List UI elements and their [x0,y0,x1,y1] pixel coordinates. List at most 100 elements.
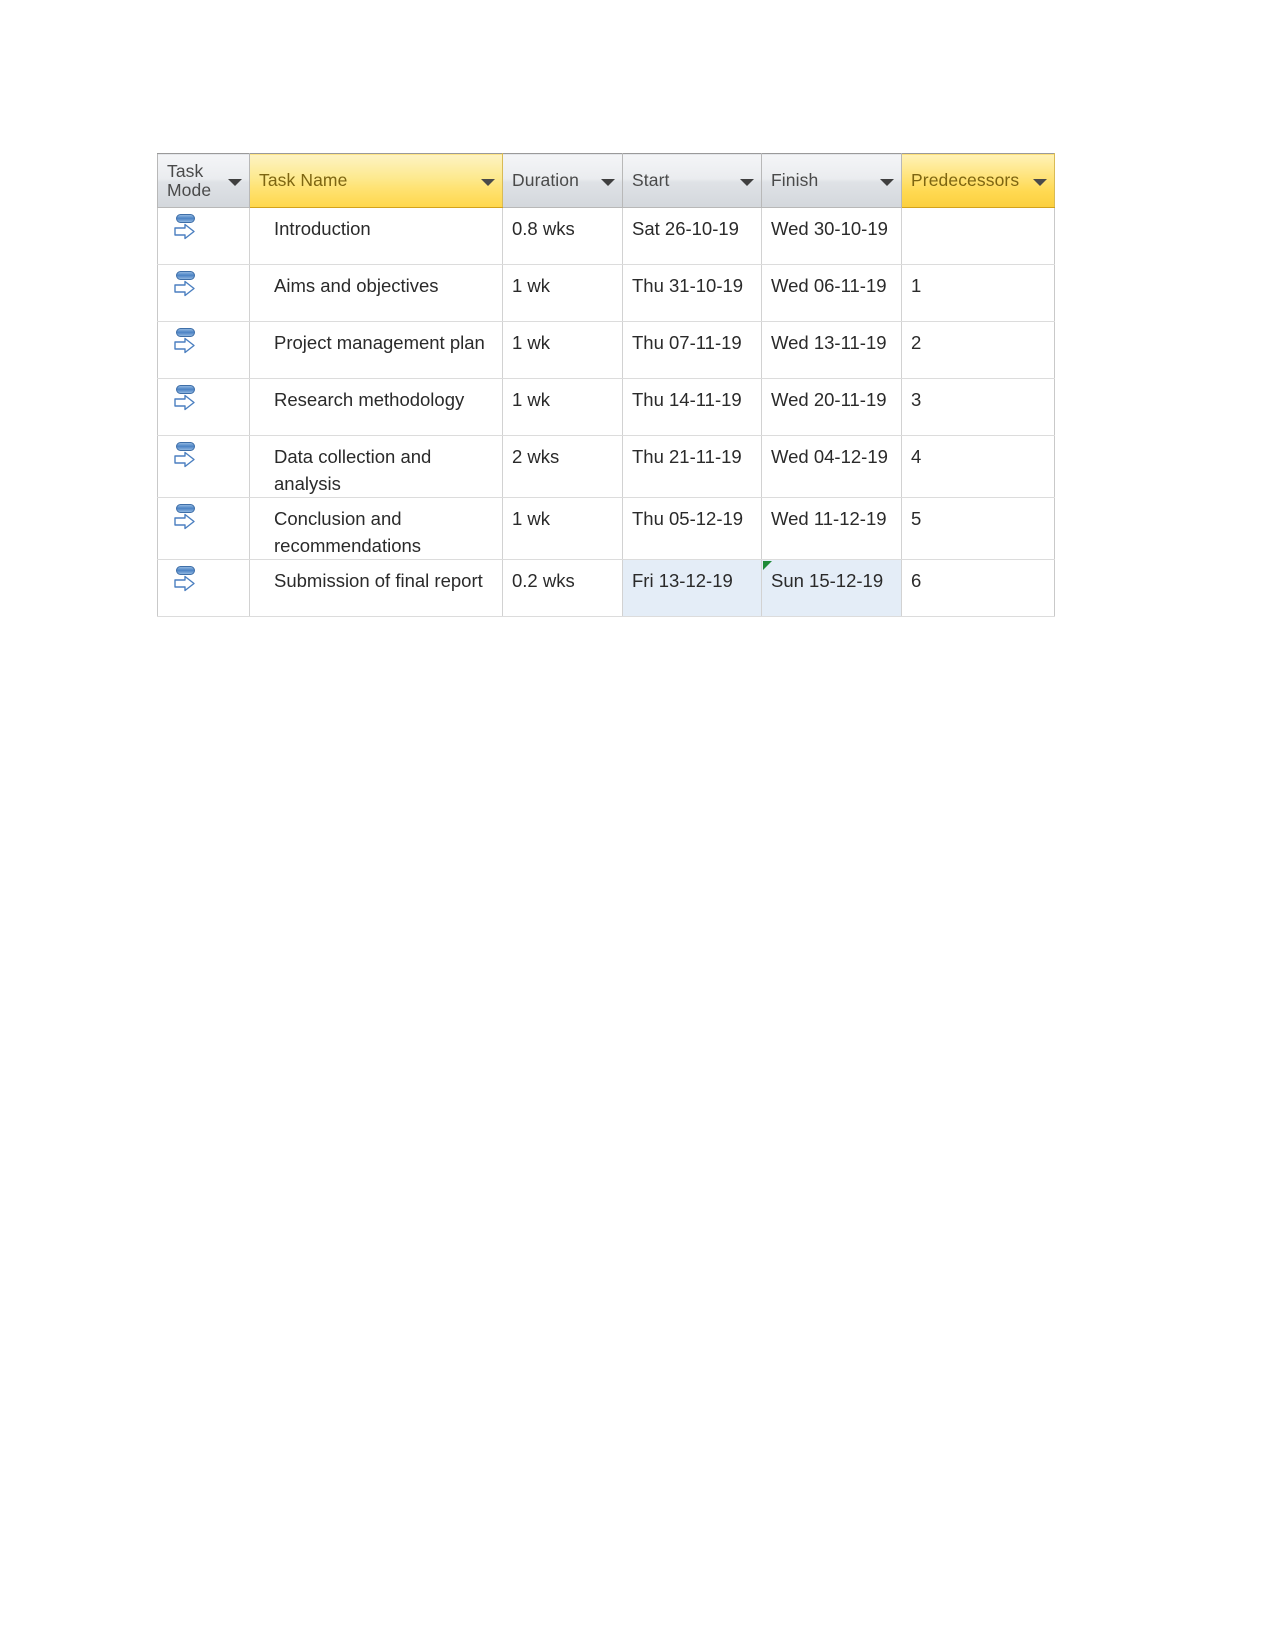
cell-predecessors[interactable]: 6 [901,559,1055,617]
cell-predecessors[interactable]: 1 [901,264,1055,322]
cell-finish[interactable]: Wed 11-12-19 [761,497,902,560]
column-header-task-mode[interactable]: Task Mode [157,153,250,208]
cell-finish-selected[interactable]: Sun 15-12-19 [761,559,902,617]
cell-predecessors[interactable]: 5 [901,497,1055,560]
table-row[interactable]: Submission of final report 0.2 wks Fri 1… [157,559,1055,617]
task-name-text: Project management plan [274,332,485,353]
column-header-task-mode-label: Task Mode [167,161,212,200]
finish-date-text: Wed 11-12-19 [771,508,887,529]
finish-date-text: Wed 06-11-19 [771,275,887,296]
table-row[interactable]: Project management plan 1 wk Thu 07-11-1… [157,321,1055,379]
cell-task-name[interactable]: Aims and objectives [249,264,503,322]
cell-duration[interactable]: 1 wk [502,497,623,560]
document-page: Task Mode Task Name Duration Start Finis… [0,0,1275,1651]
cell-finish[interactable]: Wed 06-11-19 [761,264,902,322]
predecessors-text: 4 [911,446,922,467]
cell-task-name[interactable]: Submission of final report [249,559,503,617]
filter-dropdown-arrow-icon[interactable] [228,179,242,186]
column-header-start-label: Start [632,170,670,191]
duration-text: 0.2 wks [512,570,575,591]
cell-task-mode[interactable] [157,321,250,379]
table-header-row: Task Mode Task Name Duration Start Finis… [157,153,1055,208]
cell-finish[interactable]: Wed 30-10-19 [761,207,902,265]
manually-scheduled-icon [174,328,200,355]
cell-task-mode[interactable] [157,497,250,560]
column-header-start[interactable]: Start [622,153,762,208]
cell-task-mode[interactable] [157,207,250,265]
cell-task-mode[interactable] [157,378,250,436]
task-name-text: Aims and objectives [274,275,439,296]
cell-finish[interactable]: Wed 13-11-19 [761,321,902,379]
cell-task-name[interactable]: Introduction [249,207,503,265]
finish-date-text: Wed 13-11-19 [771,332,887,353]
column-header-task-name[interactable]: Task Name [249,153,503,208]
cell-start[interactable]: Sat 26-10-19 [622,207,762,265]
predecessors-text: 1 [911,275,922,296]
cell-task-name[interactable]: Research methodology [249,378,503,436]
cell-predecessors[interactable]: 4 [901,435,1055,498]
duration-text: 1 wk [512,389,551,410]
cell-task-name[interactable]: Data collection and analysis [249,435,503,498]
cell-start-selected[interactable]: Fri 13-12-19 [622,559,762,617]
manually-scheduled-icon [174,271,200,298]
predecessors-text: 6 [911,570,922,591]
table-header: Task Mode Task Name Duration Start Finis… [157,153,1055,208]
filter-dropdown-arrow-icon[interactable] [1033,179,1047,186]
task-name-text: Conclusion and recommendations [274,508,422,556]
filter-dropdown-arrow-icon[interactable] [481,179,495,186]
cell-finish[interactable]: Wed 04-12-19 [761,435,902,498]
manually-scheduled-icon [174,214,200,241]
cell-start[interactable]: Thu 07-11-19 [622,321,762,379]
filter-dropdown-arrow-icon[interactable] [880,179,894,186]
manually-scheduled-icon [174,566,200,593]
cell-start[interactable]: Thu 14-11-19 [622,378,762,436]
cell-start[interactable]: Thu 05-12-19 [622,497,762,560]
cell-task-name[interactable]: Conclusion and recommendations [249,497,503,560]
predecessors-text [902,208,1054,215]
manually-scheduled-icon [174,442,200,469]
start-date-text: Thu 07-11-19 [632,332,742,353]
cell-start[interactable]: Thu 31-10-19 [622,264,762,322]
cell-predecessors[interactable]: 2 [901,321,1055,379]
predecessors-text: 5 [911,508,922,529]
filter-dropdown-arrow-icon[interactable] [740,179,754,186]
column-header-finish[interactable]: Finish [761,153,902,208]
table-row[interactable]: Research methodology 1 wk Thu 14-11-19 W… [157,378,1055,436]
cell-duration[interactable]: 1 wk [502,378,623,436]
project-schedule-table: Task Mode Task Name Duration Start Finis… [157,153,1055,617]
cell-task-mode[interactable] [157,435,250,498]
table-body: Introduction 0.8 wks Sat 26-10-19 Wed 30… [157,207,1055,617]
duration-text: 1 wk [512,275,551,296]
cell-predecessors[interactable]: 3 [901,378,1055,436]
column-header-duration-label: Duration [512,170,579,191]
filter-dropdown-arrow-icon[interactable] [601,179,615,186]
column-header-task-name-label: Task Name [259,170,348,191]
column-header-predecessors[interactable]: Predecessors [901,153,1055,208]
cell-duration[interactable]: 2 wks [502,435,623,498]
cell-duration[interactable]: 0.2 wks [502,559,623,617]
table-row[interactable]: Introduction 0.8 wks Sat 26-10-19 Wed 30… [157,207,1055,265]
cell-start[interactable]: Thu 21-11-19 [622,435,762,498]
table-row[interactable]: Aims and objectives 1 wk Thu 31-10-19 We… [157,264,1055,322]
table-row[interactable]: Conclusion and recommendations 1 wk Thu … [157,497,1055,560]
start-date-text: Thu 21-11-19 [632,446,742,467]
duration-text: 0.8 wks [512,218,575,239]
cell-duration[interactable]: 1 wk [502,264,623,322]
finish-date-text: Wed 20-11-19 [771,389,887,410]
task-name-text: Submission of final report [274,570,483,591]
cell-task-mode[interactable] [157,264,250,322]
finish-date-text: Sun 15-12-19 [771,570,884,591]
duration-text: 1 wk [512,332,551,353]
cell-predecessors[interactable] [901,207,1055,265]
start-date-text: Thu 05-12-19 [632,508,744,529]
start-date-text: Sat 26-10-19 [632,218,739,239]
table-row[interactable]: Data collection and analysis 2 wks Thu 2… [157,435,1055,498]
cell-task-name[interactable]: Project management plan [249,321,503,379]
finish-date-text: Wed 30-10-19 [771,218,888,239]
column-header-duration[interactable]: Duration [502,153,623,208]
cell-task-mode[interactable] [157,559,250,617]
cell-duration[interactable]: 0.8 wks [502,207,623,265]
cell-finish[interactable]: Wed 20-11-19 [761,378,902,436]
duration-text: 1 wk [512,508,551,529]
cell-duration[interactable]: 1 wk [502,321,623,379]
